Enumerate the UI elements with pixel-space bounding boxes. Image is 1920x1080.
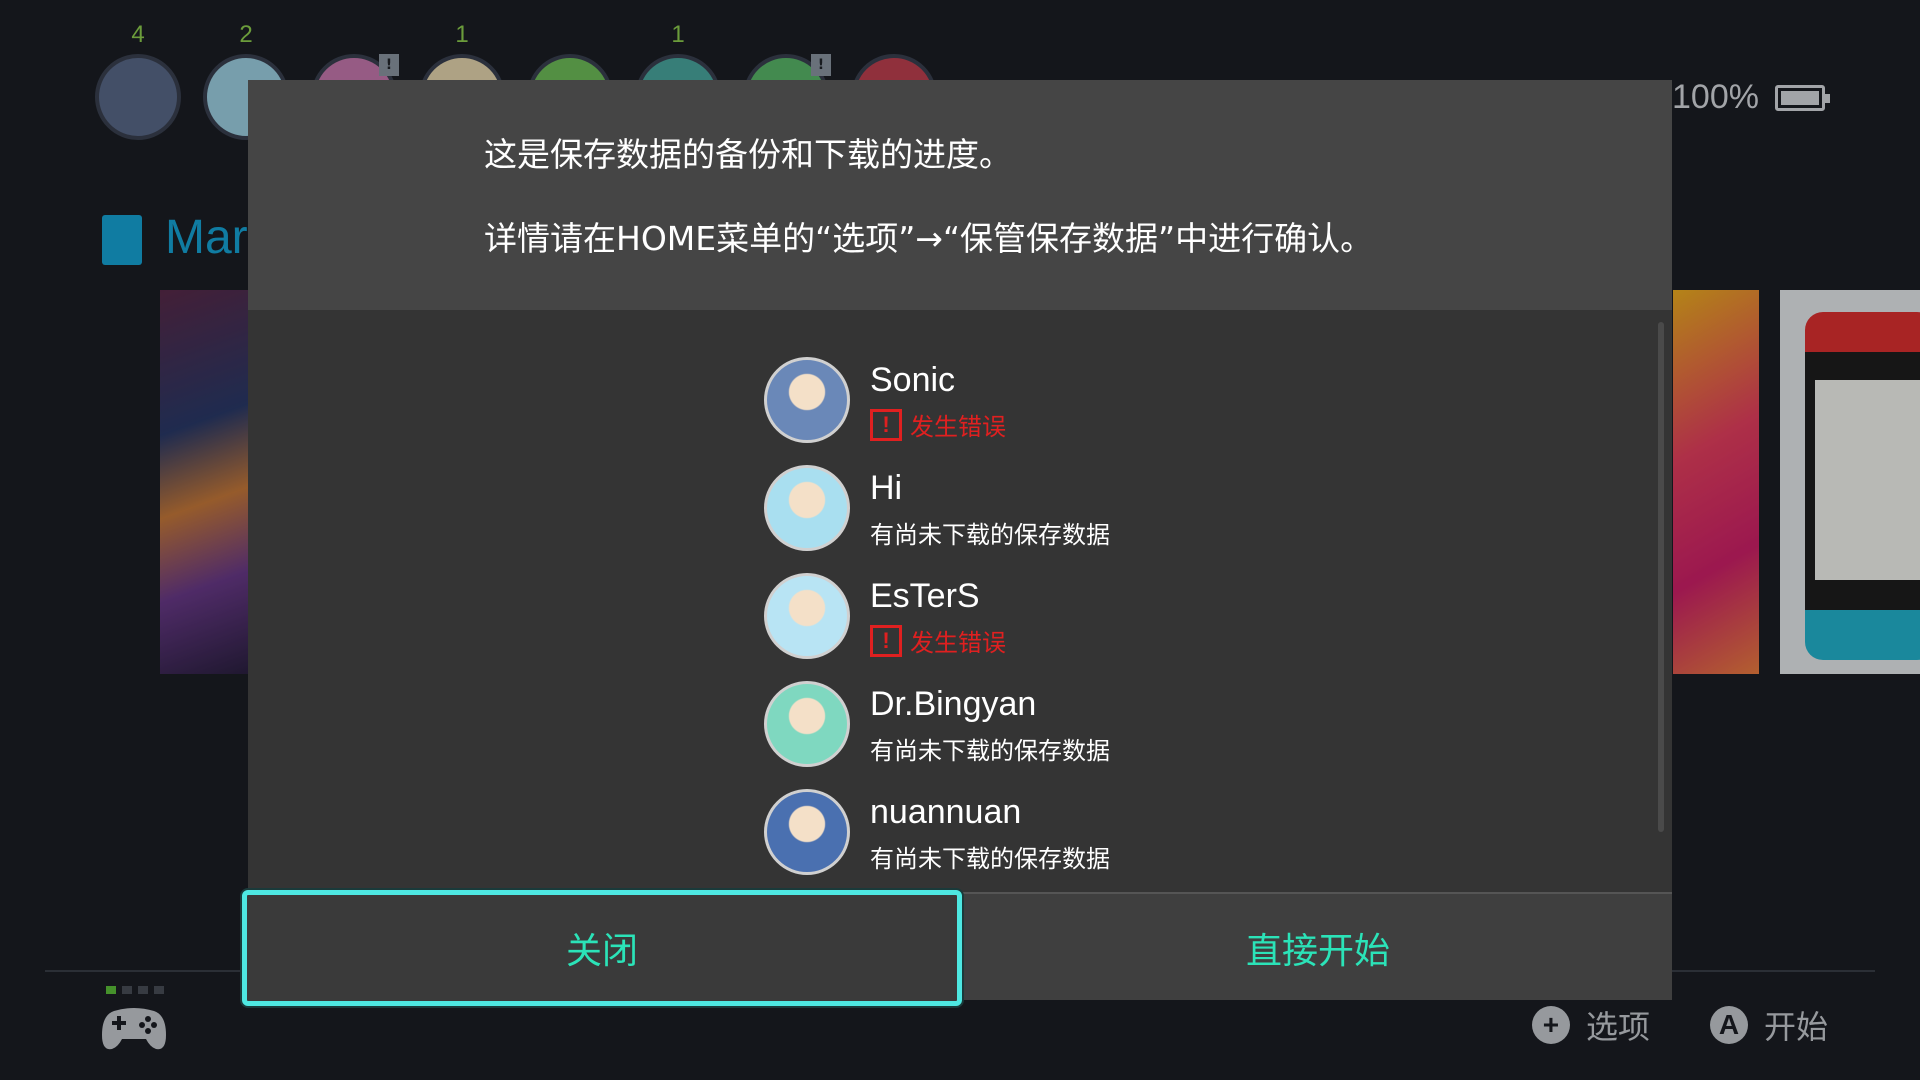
error-icon: ! xyxy=(870,408,902,441)
user-status-row: Sonic! 发生错误 xyxy=(764,357,1264,443)
user-status-text: 有尚未下载的保存数据 xyxy=(870,521,1110,549)
start-directly-button[interactable]: 直接开始 xyxy=(964,894,1672,1002)
user-name: Dr.Bingyan xyxy=(870,685,1037,723)
user-avatar xyxy=(764,573,850,659)
user-status-row: EsTerS! 发生错误 xyxy=(764,573,1264,659)
user-status-text: 有尚未下载的保存数据 xyxy=(870,845,1110,873)
dialog-scrollbar[interactable] xyxy=(1658,322,1664,832)
user-status-text: 发生错误 xyxy=(910,413,1006,441)
user-name: Hi xyxy=(870,469,903,507)
user-status: 有尚未下载的保存数据 xyxy=(870,515,1110,550)
user-name: EsTerS xyxy=(870,577,980,615)
user-status-text: 发生错误 xyxy=(910,629,1006,657)
user-avatar xyxy=(764,681,850,767)
dialog-message-line1: 这是保存数据的备份和下载的进度。 xyxy=(484,135,1012,174)
user-avatar xyxy=(764,465,850,551)
user-avatar xyxy=(764,357,850,443)
user-status: ! 发生错误 xyxy=(870,407,1006,442)
user-status-text: 有尚未下载的保存数据 xyxy=(870,737,1110,765)
user-status-row: nuannuan 有尚未下载的保存数据 xyxy=(764,789,1264,875)
user-status-row: Hi 有尚未下载的保存数据 xyxy=(764,465,1264,551)
dialog-message-line2: 详情请在HOME菜单的“选项”→“保管保存数据”中进行确认。 xyxy=(484,219,1374,258)
dialog-header: 这是保存数据的备份和下载的进度。 详情请在HOME菜单的“选项”→“保管保存数据… xyxy=(248,80,1672,310)
user-status: ! 发生错误 xyxy=(870,623,1006,658)
user-name: Sonic xyxy=(870,361,956,399)
user-status-row: Dr.Bingyan 有尚未下载的保存数据 xyxy=(764,681,1264,767)
user-status: 有尚未下载的保存数据 xyxy=(870,731,1110,766)
close-button[interactable]: 关闭 xyxy=(242,890,962,1006)
user-avatar xyxy=(764,789,850,875)
dialog-footer: 关闭 直接开始 xyxy=(242,890,1672,1006)
save-data-dialog: 这是保存数据的备份和下载的进度。 详情请在HOME菜单的“选项”→“保管保存数据… xyxy=(242,80,1672,1006)
user-status: 有尚未下载的保存数据 xyxy=(870,839,1110,874)
error-icon: ! xyxy=(870,624,902,657)
user-name: nuannuan xyxy=(870,793,1022,831)
